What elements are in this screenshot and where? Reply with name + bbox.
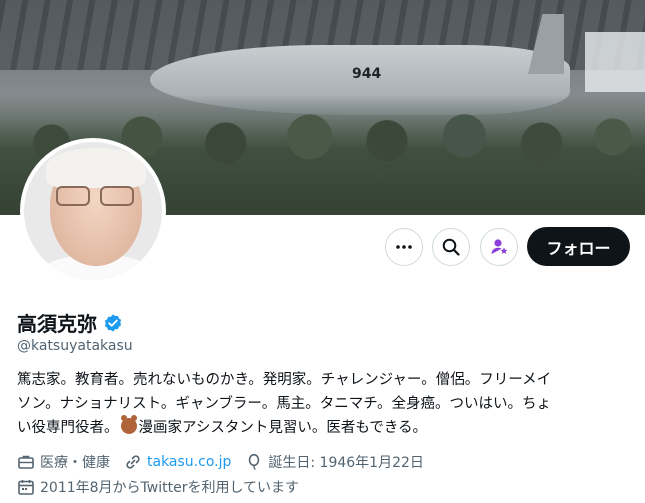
more-dots-icon	[396, 245, 412, 249]
subscribe-button[interactable]	[480, 228, 518, 266]
bio-line: 漫画家アシスタント見習い。医者もできる。	[138, 420, 428, 436]
category-label: 医療・健康	[40, 455, 110, 471]
user-handle: @katsuyatakasu	[17, 338, 133, 354]
avatar-glasses	[56, 186, 138, 208]
verified-badge-icon[interactable]	[103, 313, 123, 333]
follow-button[interactable]: フォロー	[527, 227, 630, 266]
profile-meta: 医療・健康 takasu.co.jp 誕生日: 1946年1月22日	[17, 452, 438, 472]
profile-bio: 篤志家。教育者。売れないものかき。発明家。チャレンジャー。僧侶。フリーメイ ソン…	[17, 368, 629, 440]
joined-label: 2011年8月からTwitterを利用しています	[40, 480, 300, 496]
bio-line: ソン。ナショナリスト。ギャンブラー。馬主。タニマチ。全身癌。ついはい。ちょ	[17, 396, 552, 412]
name-row: 高須克弥	[17, 308, 123, 337]
hangar-window	[585, 32, 645, 92]
jet-number: 944	[352, 66, 382, 82]
bio-line: い役専門役者。	[17, 420, 119, 436]
website-link[interactable]: takasu.co.jp	[147, 454, 231, 470]
birthday-item: 誕生日: 1946年1月22日	[245, 452, 424, 472]
profile-avatar[interactable]	[20, 138, 166, 284]
search-button[interactable]	[432, 228, 470, 266]
balloon-icon	[249, 453, 260, 470]
website-item[interactable]: takasu.co.jp	[124, 453, 231, 471]
search-icon	[442, 238, 460, 256]
joined-item: 2011年8月からTwitterを利用しています	[17, 477, 299, 497]
bear-emoji-icon	[120, 415, 137, 434]
calendar-icon	[18, 480, 34, 495]
person-star-icon	[491, 239, 508, 254]
joined-row: 2011年8月からTwitterを利用しています	[17, 477, 313, 497]
bio-line: 篤志家。教育者。売れないものかき。発明家。チャレンジャー。僧侶。フリーメイ	[17, 372, 552, 388]
display-name: 高須克弥	[17, 312, 97, 336]
briefcase-icon	[18, 455, 34, 469]
category-item: 医療・健康	[17, 452, 110, 472]
link-icon	[126, 455, 140, 469]
bio-line-3: い役専門役者。 漫画家アシスタント見習い。医者もできる。	[17, 415, 629, 440]
more-button[interactable]	[385, 228, 423, 266]
avatar-hair	[46, 148, 146, 188]
birthday-label: 誕生日: 1946年1月22日	[268, 455, 424, 471]
